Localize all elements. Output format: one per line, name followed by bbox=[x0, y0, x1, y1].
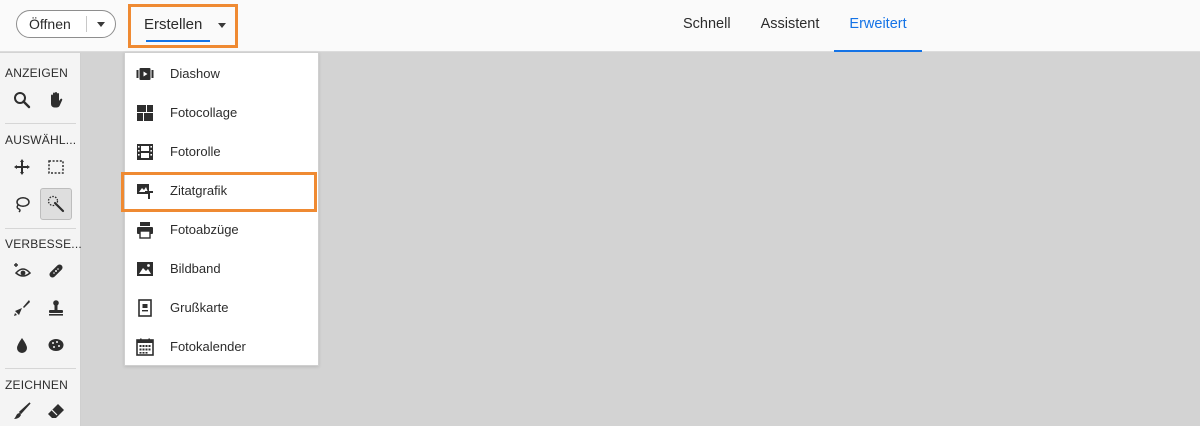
brush-tool-icon[interactable] bbox=[6, 395, 38, 426]
filmstrip-icon bbox=[136, 143, 154, 161]
tools-panel: ANZEIGEN AUSWÄHL... VERBESSE... ZEICHNEN bbox=[0, 53, 82, 426]
menu-item-label: Bildband bbox=[170, 261, 221, 276]
create-active-underline bbox=[146, 40, 210, 42]
menu-item-diashow[interactable]: Diashow bbox=[125, 54, 318, 93]
menu-item-label: Fotokalender bbox=[170, 339, 246, 354]
open-dropdown-caret[interactable] bbox=[87, 21, 115, 27]
tab-assistent[interactable]: Assistent bbox=[746, 0, 835, 52]
quick-selection-icon[interactable] bbox=[40, 188, 72, 220]
menu-item-grusskarte[interactable]: Grußkarte bbox=[125, 288, 318, 327]
slideshow-icon bbox=[136, 65, 154, 83]
healing-brush-icon[interactable] bbox=[40, 255, 72, 287]
photo-book-icon bbox=[136, 260, 154, 278]
clone-stamp-icon[interactable] bbox=[40, 292, 72, 324]
menu-item-label: Fotorolle bbox=[170, 144, 221, 159]
menu-item-fotocollage[interactable]: Fotocollage bbox=[125, 93, 318, 132]
open-button[interactable]: Öffnen bbox=[16, 10, 116, 38]
chevron-down-icon[interactable] bbox=[218, 23, 226, 28]
menu-item-bildband[interactable]: Bildband bbox=[125, 249, 318, 288]
blur-tool-icon[interactable] bbox=[6, 329, 38, 361]
hand-tool-icon[interactable] bbox=[40, 84, 72, 116]
chevron-down-icon bbox=[97, 21, 105, 27]
eraser-tool-icon[interactable] bbox=[40, 395, 72, 426]
smart-brush-icon[interactable] bbox=[6, 292, 38, 324]
menu-item-label: Diashow bbox=[170, 66, 220, 81]
greeting-card-icon bbox=[136, 298, 154, 317]
menu-item-label: Fotoabzüge bbox=[170, 222, 239, 237]
menu-item-fotokalender[interactable]: Fotokalender bbox=[125, 327, 318, 366]
create-button-label: Erstellen bbox=[144, 16, 203, 33]
menu-item-fotorolle[interactable]: Fotorolle bbox=[125, 132, 318, 171]
section-label-draw: ZEICHNEN bbox=[5, 378, 68, 392]
toolbar-divider bbox=[5, 228, 76, 229]
printer-icon bbox=[136, 221, 154, 239]
mode-tabs: Schnell Assistent Erweitert bbox=[668, 0, 922, 52]
open-button-label: Öffnen bbox=[29, 16, 71, 32]
rectangular-marquee-icon[interactable] bbox=[40, 151, 72, 183]
section-label-enhance: VERBESSE... bbox=[5, 237, 82, 251]
tab-erweitert[interactable]: Erweitert bbox=[834, 0, 922, 52]
move-tool-icon[interactable] bbox=[6, 151, 38, 183]
toolbar-divider bbox=[5, 368, 76, 369]
sponge-tool-icon[interactable] bbox=[40, 329, 72, 361]
highlight-outline-zitatgrafik bbox=[121, 172, 317, 212]
lasso-tool-icon[interactable] bbox=[6, 188, 38, 220]
menu-item-label: Fotocollage bbox=[170, 105, 238, 120]
section-label-select: AUSWÄHL... bbox=[5, 133, 77, 147]
calendar-icon bbox=[136, 338, 154, 356]
top-bar: Öffnen Erstellen Schnell Assistent Erwei… bbox=[0, 0, 1200, 52]
menu-item-label: Grußkarte bbox=[170, 300, 229, 315]
tab-schnell[interactable]: Schnell bbox=[668, 0, 746, 52]
red-eye-icon[interactable] bbox=[6, 255, 38, 287]
section-label-view: ANZEIGEN bbox=[5, 66, 68, 80]
zoom-tool-icon[interactable] bbox=[6, 84, 38, 116]
toolbar-divider bbox=[5, 123, 76, 124]
create-button[interactable]: Erstellen bbox=[128, 4, 238, 48]
collage-icon bbox=[136, 104, 154, 122]
menu-item-fotoabzuege[interactable]: Fotoabzüge bbox=[125, 210, 318, 249]
